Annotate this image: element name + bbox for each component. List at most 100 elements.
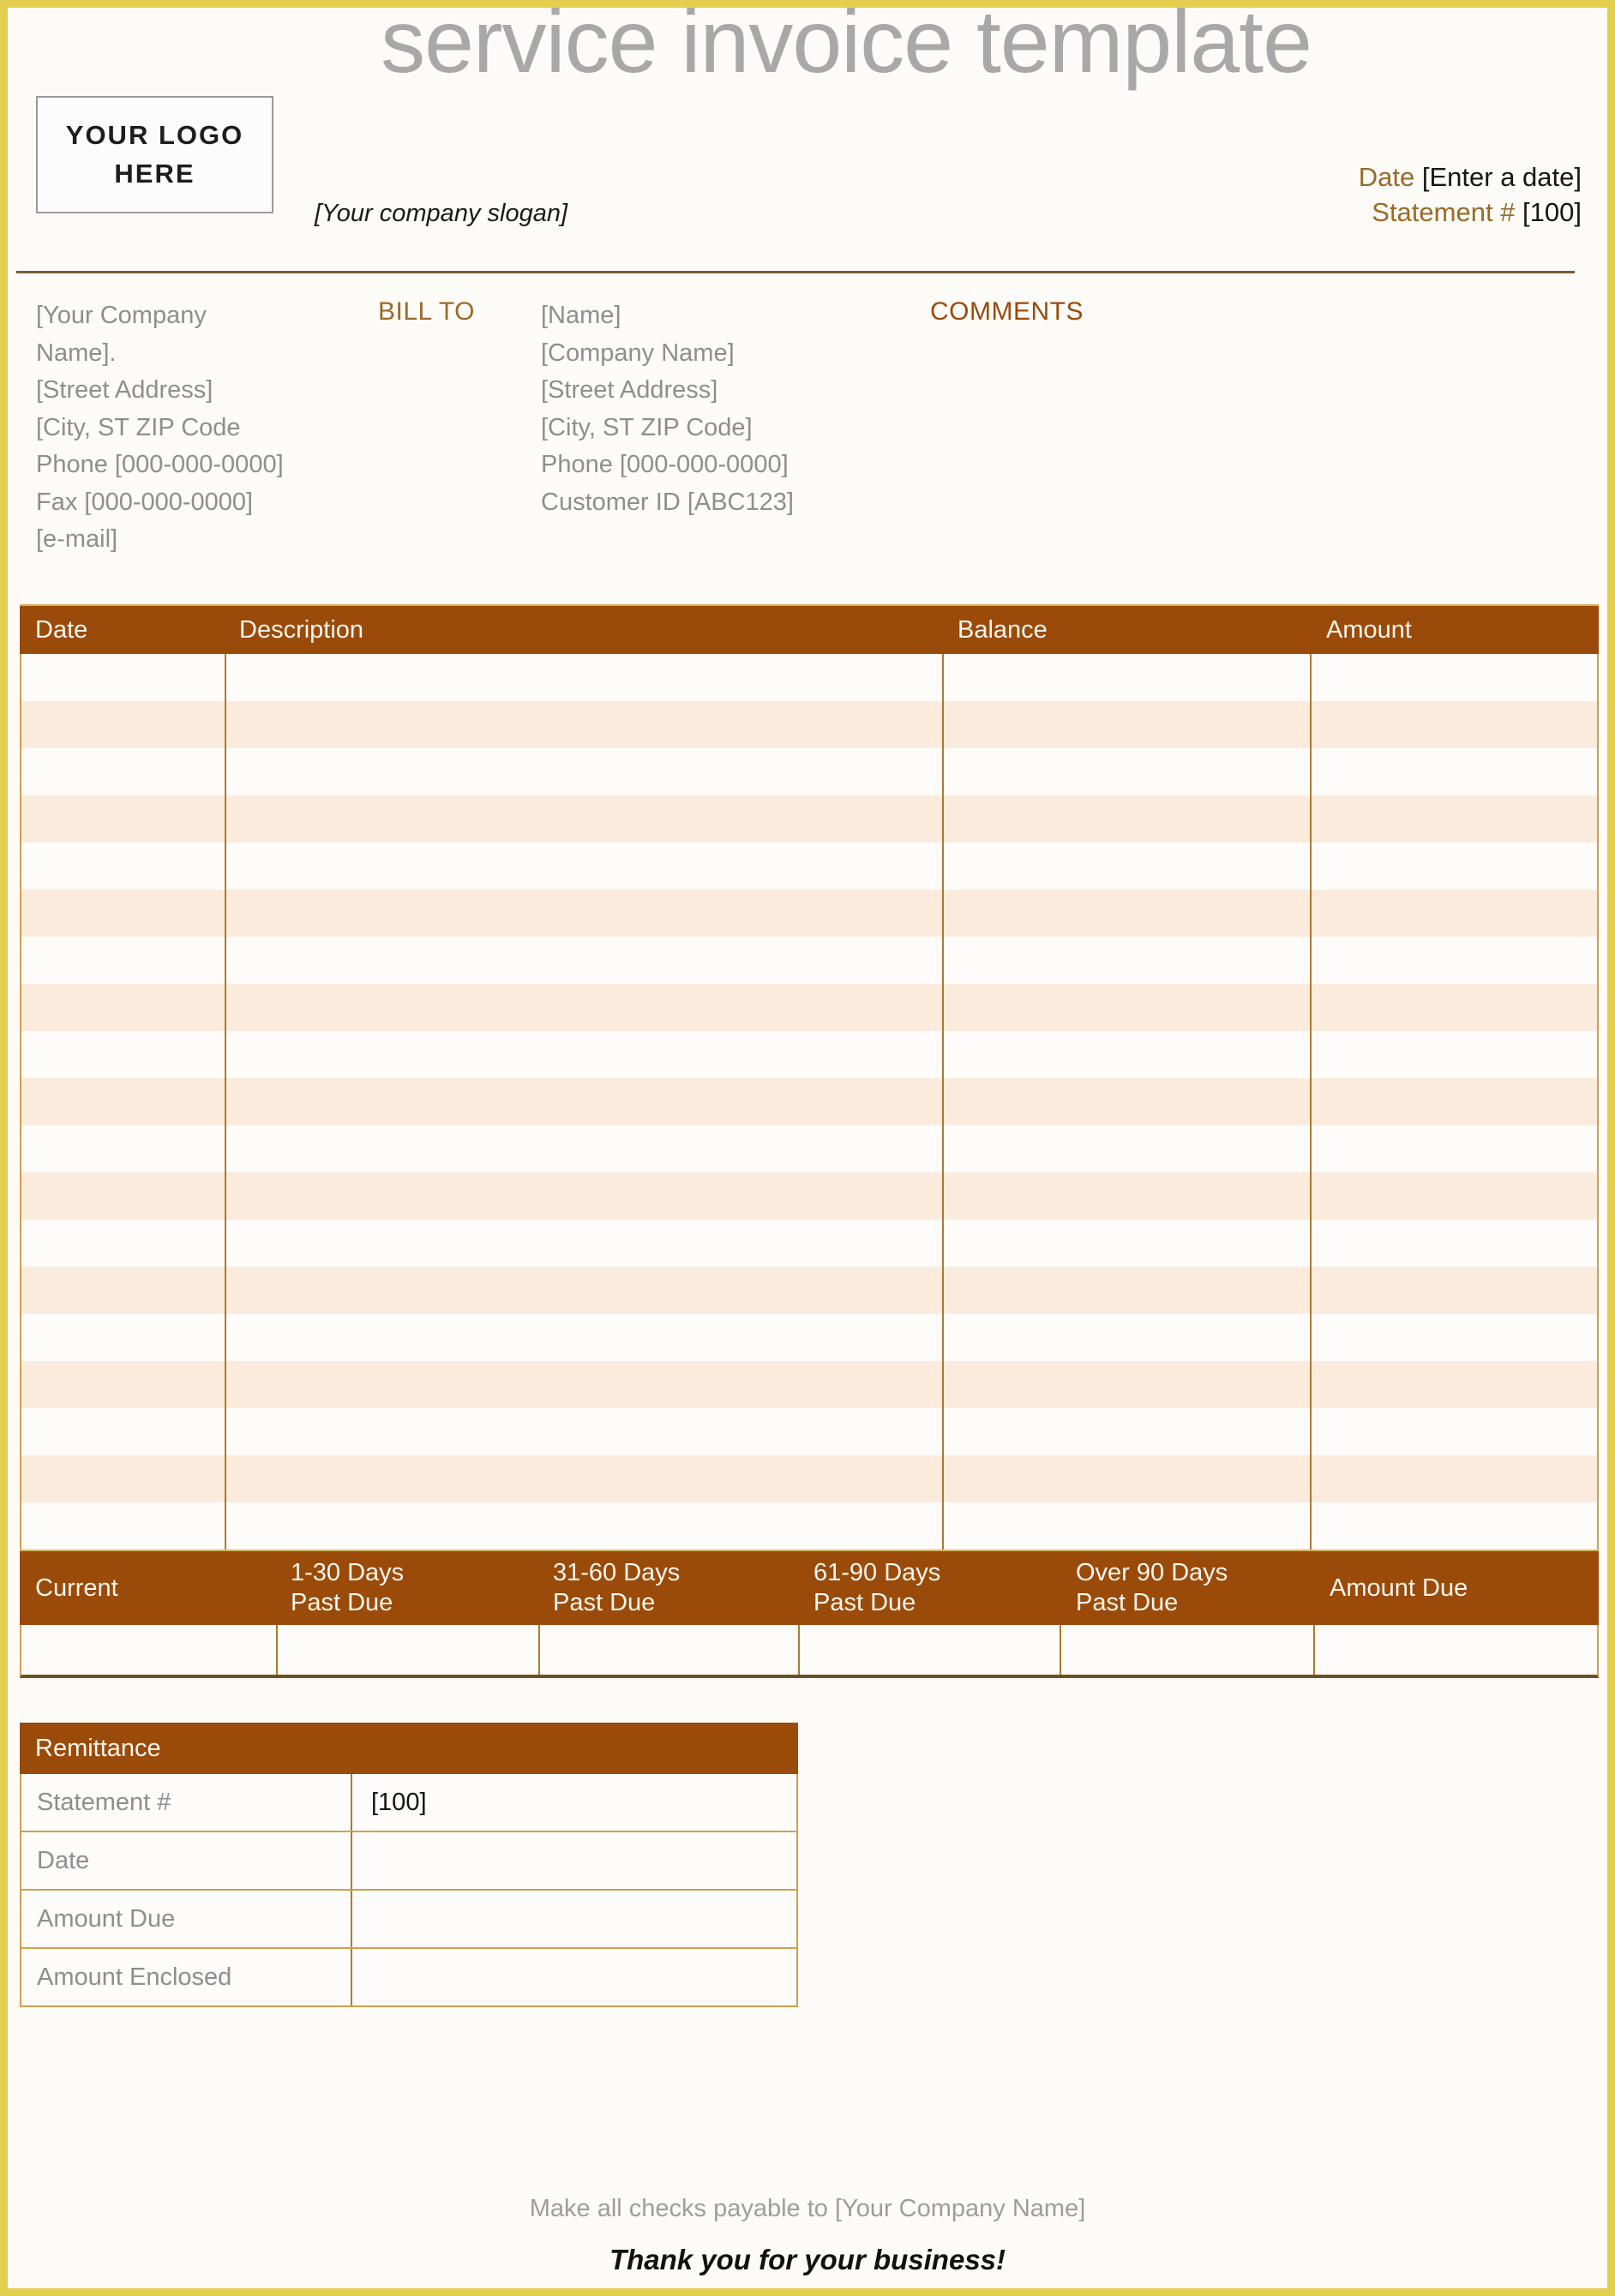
- statement-number-value[interactable]: [100]: [1522, 197, 1582, 227]
- table-cell-balance[interactable]: [941, 842, 1310, 890]
- table-cell-amount[interactable]: [1309, 654, 1597, 701]
- table-row[interactable]: [21, 1502, 1597, 1550]
- table-cell-description[interactable]: [225, 795, 941, 842]
- table-cell-amount[interactable]: [1309, 1078, 1597, 1125]
- table-cell-amount[interactable]: [1309, 1361, 1597, 1408]
- table-cell-amount[interactable]: [1309, 1172, 1597, 1220]
- table-cell-amount[interactable]: [1309, 890, 1597, 937]
- remittance-value-amount-due[interactable]: [352, 1891, 796, 1947]
- table-row[interactable]: [21, 701, 1597, 748]
- from-address-block[interactable]: [Your Company Name]. [Street Address] [C…: [36, 297, 284, 559]
- table-cell-amount[interactable]: [1309, 1220, 1597, 1267]
- table-cell-description[interactable]: [225, 1502, 941, 1550]
- table-cell-date[interactable]: [21, 937, 225, 984]
- table-cell-date[interactable]: [21, 890, 225, 937]
- table-cell-date[interactable]: [21, 1031, 225, 1078]
- company-slogan[interactable]: [Your company slogan]: [315, 200, 567, 228]
- table-row[interactable]: [21, 1361, 1597, 1408]
- aging-value-over-90[interactable]: [1060, 1625, 1312, 1675]
- table-cell-amount[interactable]: [1309, 842, 1597, 890]
- remittance-value-amount-enclosed[interactable]: [352, 1949, 796, 2005]
- table-cell-balance[interactable]: [941, 937, 1310, 984]
- table-cell-balance[interactable]: [941, 748, 1310, 795]
- table-cell-balance[interactable]: [941, 984, 1310, 1031]
- remittance-value-statement[interactable]: [100]: [352, 1774, 796, 1831]
- table-cell-date[interactable]: [21, 1078, 225, 1125]
- table-cell-date[interactable]: [21, 1220, 225, 1267]
- table-cell-balance[interactable]: [941, 1172, 1310, 1220]
- table-cell-description[interactable]: [225, 654, 941, 701]
- table-cell-amount[interactable]: [1309, 1408, 1597, 1455]
- table-cell-description[interactable]: [225, 1361, 941, 1408]
- table-row[interactable]: [21, 937, 1597, 984]
- aging-value-61-90[interactable]: [798, 1625, 1060, 1675]
- table-row[interactable]: [21, 654, 1597, 701]
- aging-value-amount-due[interactable]: [1312, 1625, 1597, 1675]
- table-row[interactable]: [21, 1267, 1597, 1314]
- table-cell-balance[interactable]: [941, 1361, 1310, 1408]
- table-cell-balance[interactable]: [941, 1502, 1310, 1550]
- table-cell-description[interactable]: [225, 937, 941, 984]
- table-cell-balance[interactable]: [941, 1314, 1310, 1361]
- table-cell-balance[interactable]: [941, 795, 1310, 842]
- table-row[interactable]: [21, 1408, 1597, 1455]
- table-cell-description[interactable]: [225, 701, 941, 748]
- table-cell-balance[interactable]: [941, 1408, 1310, 1455]
- table-cell-amount[interactable]: [1309, 795, 1597, 842]
- table-row[interactable]: [21, 795, 1597, 842]
- table-cell-date[interactable]: [21, 1408, 225, 1455]
- table-row[interactable]: [21, 1172, 1597, 1220]
- table-cell-date[interactable]: [21, 1361, 225, 1408]
- table-cell-date[interactable]: [21, 1267, 225, 1314]
- table-row[interactable]: [21, 842, 1597, 890]
- logo-placeholder[interactable]: YOUR LOGO HERE: [36, 96, 273, 213]
- table-cell-date[interactable]: [21, 1314, 225, 1361]
- aging-value-1-30[interactable]: [276, 1625, 537, 1675]
- table-cell-amount[interactable]: [1309, 1125, 1597, 1172]
- table-row[interactable]: [21, 1220, 1597, 1267]
- table-cell-amount[interactable]: [1309, 748, 1597, 795]
- table-cell-date[interactable]: [21, 984, 225, 1031]
- aging-value-31-60[interactable]: [537, 1625, 798, 1675]
- table-cell-description[interactable]: [225, 842, 941, 890]
- table-cell-amount[interactable]: [1309, 1031, 1597, 1078]
- table-cell-balance[interactable]: [941, 701, 1310, 748]
- table-cell-amount[interactable]: [1309, 701, 1597, 748]
- table-row[interactable]: [21, 890, 1597, 937]
- table-cell-description[interactable]: [225, 890, 941, 937]
- table-row[interactable]: [21, 1031, 1597, 1078]
- table-cell-balance[interactable]: [941, 1455, 1310, 1502]
- table-cell-balance[interactable]: [941, 1125, 1310, 1172]
- table-cell-date[interactable]: [21, 1172, 225, 1220]
- table-cell-date[interactable]: [21, 701, 225, 748]
- table-row[interactable]: [21, 1455, 1597, 1502]
- invoice-date-value[interactable]: [Enter a date]: [1422, 162, 1582, 192]
- table-cell-description[interactable]: [225, 1220, 941, 1267]
- table-cell-description[interactable]: [225, 1314, 941, 1361]
- table-cell-amount[interactable]: [1309, 1455, 1597, 1502]
- table-cell-description[interactable]: [225, 1031, 941, 1078]
- table-cell-description[interactable]: [225, 1267, 941, 1314]
- table-row[interactable]: [21, 984, 1597, 1031]
- table-cell-date[interactable]: [21, 1455, 225, 1502]
- table-cell-balance[interactable]: [941, 1031, 1310, 1078]
- table-cell-date[interactable]: [21, 1125, 225, 1172]
- table-cell-date[interactable]: [21, 795, 225, 842]
- table-cell-date[interactable]: [21, 748, 225, 795]
- table-row[interactable]: [21, 1125, 1597, 1172]
- table-row[interactable]: [21, 1314, 1597, 1361]
- table-cell-balance[interactable]: [941, 1078, 1310, 1125]
- table-cell-description[interactable]: [225, 1408, 941, 1455]
- table-cell-description[interactable]: [225, 1078, 941, 1125]
- table-cell-description[interactable]: [225, 748, 941, 795]
- table-body[interactable]: [20, 654, 1599, 1550]
- table-cell-date[interactable]: [21, 842, 225, 890]
- table-cell-balance[interactable]: [941, 1220, 1310, 1267]
- bill-to-address-block[interactable]: [Name] [Company Name] [Street Address] […: [541, 297, 794, 521]
- aging-value-current[interactable]: [21, 1625, 276, 1675]
- table-cell-date[interactable]: [21, 654, 225, 701]
- table-cell-description[interactable]: [225, 1172, 941, 1220]
- table-cell-amount[interactable]: [1309, 1267, 1597, 1314]
- table-cell-amount[interactable]: [1309, 1502, 1597, 1550]
- remittance-value-date[interactable]: [352, 1832, 796, 1889]
